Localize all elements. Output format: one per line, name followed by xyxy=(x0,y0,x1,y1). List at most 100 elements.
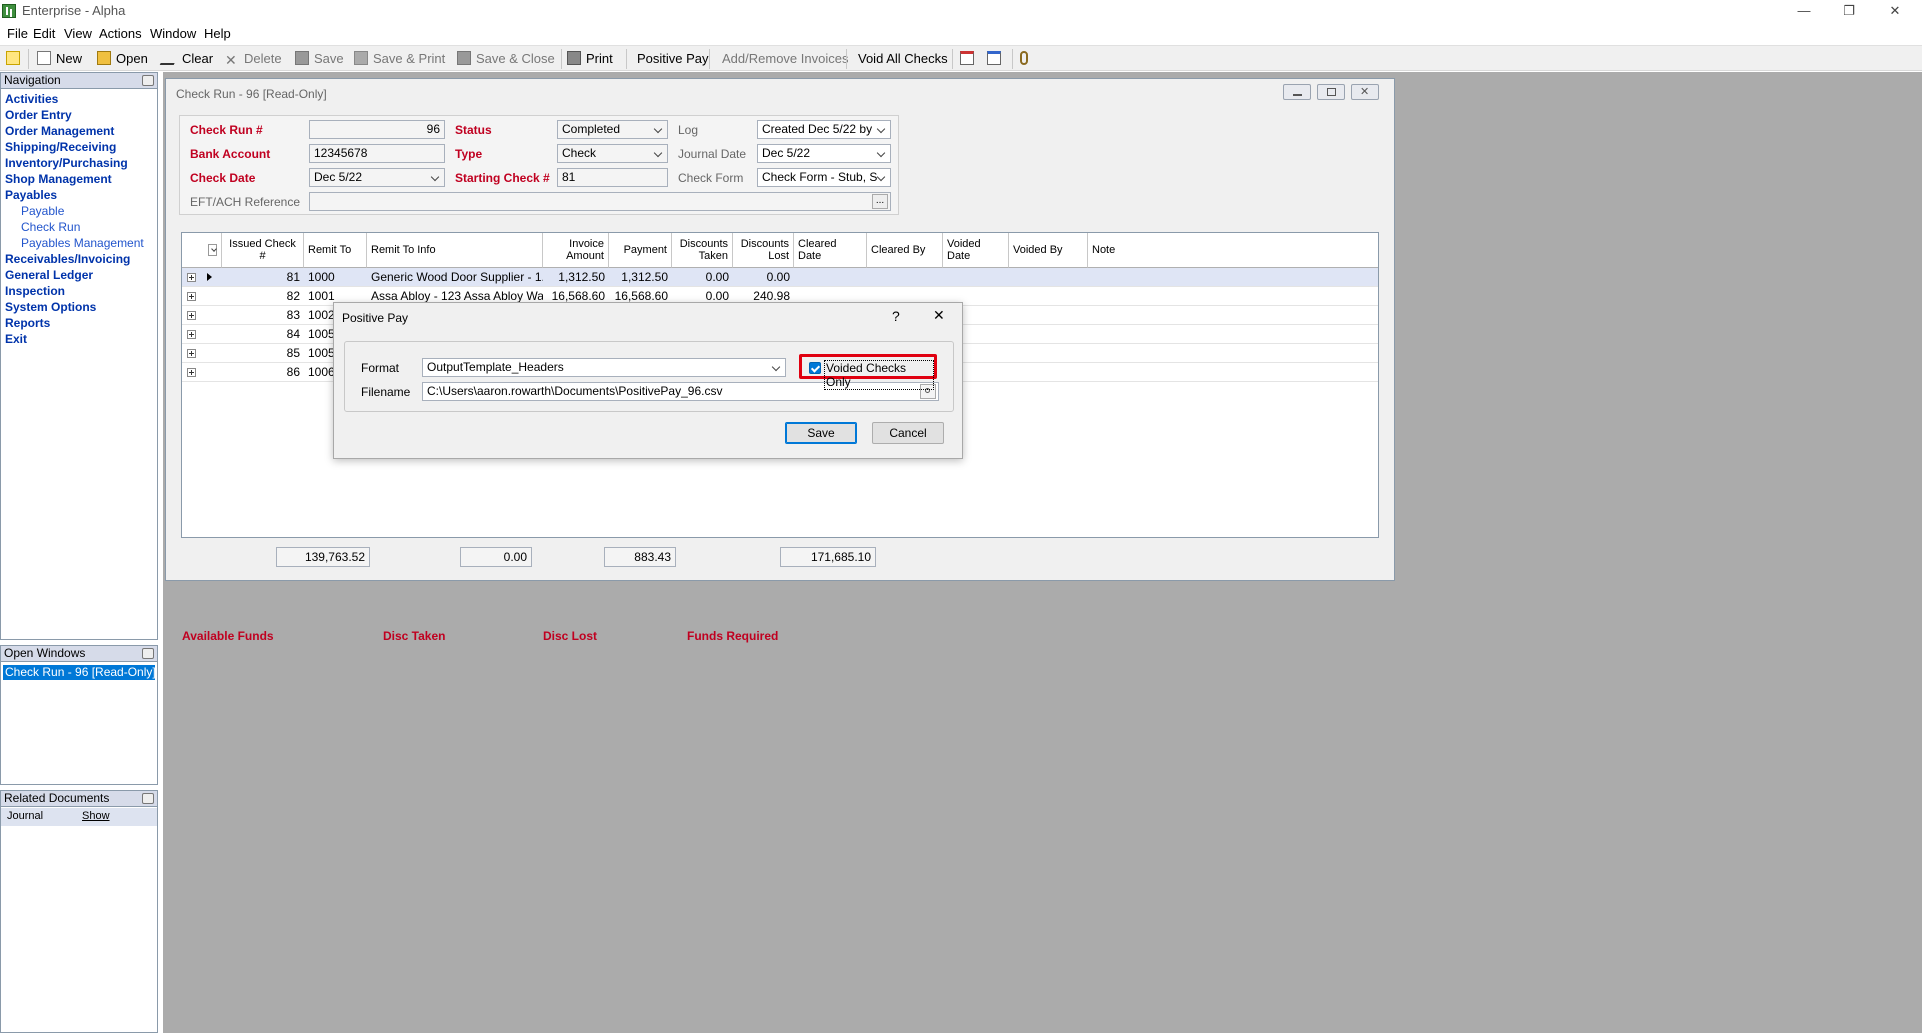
nav-exit[interactable]: Exit xyxy=(5,332,27,346)
open-button[interactable]: Open xyxy=(97,50,148,68)
nav-inspection[interactable]: Inspection xyxy=(5,284,65,298)
eft-ach-field[interactable]: ... xyxy=(309,192,891,211)
disc-lost-field[interactable]: 883.43 xyxy=(604,547,676,567)
chevron-down-icon[interactable] xyxy=(651,121,667,138)
help-icon[interactable]: ? xyxy=(892,308,900,324)
funds-required-field[interactable]: 171,685.10 xyxy=(780,547,876,567)
nav-shipping-receiving[interactable]: Shipping/Receiving xyxy=(5,140,116,154)
header-note[interactable]: Note xyxy=(1088,233,1378,268)
bank-account-field[interactable]: 12345678 xyxy=(309,144,445,163)
restore-icon[interactable]: ❐ xyxy=(1826,0,1872,22)
header-cleared-date[interactable]: Cleared Date xyxy=(794,233,867,268)
open-window-item[interactable]: Check Run - 96 [Read-Only] xyxy=(3,665,155,680)
starting-check-label: Starting Check # xyxy=(455,171,550,185)
pin-icon[interactable] xyxy=(142,793,154,804)
save-close-button[interactable]: Save & Close xyxy=(457,50,555,68)
expand-icon[interactable] xyxy=(187,368,196,377)
header-discounts-taken[interactable]: Discounts Taken xyxy=(672,233,733,268)
checkbox-checked-icon[interactable] xyxy=(809,362,821,374)
starting-check-field[interactable]: 81 xyxy=(557,168,668,187)
header-issued-check[interactable]: Issued Check # xyxy=(222,233,304,268)
header-remit-to[interactable]: Remit To xyxy=(304,233,367,268)
log-field[interactable]: Created Dec 5/22 by xyxy=(757,120,891,139)
check-date-field[interactable]: Dec 5/22 xyxy=(309,168,445,187)
status-field[interactable]: Completed xyxy=(557,120,668,139)
nav-general-ledger[interactable]: General Ledger xyxy=(5,268,93,282)
expand-icon[interactable] xyxy=(187,311,196,320)
clear-button[interactable]: Clear xyxy=(159,50,213,68)
nav-system-options[interactable]: System Options xyxy=(5,300,96,314)
attachment-icon[interactable] xyxy=(1020,50,1033,68)
menu-edit[interactable]: Edit xyxy=(33,26,55,41)
save-button[interactable]: Save xyxy=(295,50,344,68)
nav-payable[interactable]: Payable xyxy=(21,204,64,218)
chevron-down-icon[interactable] xyxy=(874,145,890,162)
close-icon[interactable]: ✕ xyxy=(933,307,945,324)
save-button[interactable]: Save xyxy=(785,422,857,444)
nav-check-run[interactable]: Check Run xyxy=(21,220,80,234)
header-payment[interactable]: Payment xyxy=(609,233,672,268)
pin-icon[interactable] xyxy=(142,75,154,86)
grid-select-all-header[interactable] xyxy=(204,233,222,268)
nav-order-entry[interactable]: Order Entry xyxy=(5,108,72,122)
add-remove-invoices-button[interactable]: Add/Remove Invoices xyxy=(722,50,848,68)
header-voided-date[interactable]: Voided Date xyxy=(943,233,1009,268)
header-cleared-by[interactable]: Cleared By xyxy=(867,233,943,268)
available-funds-field[interactable]: 139,763.52 xyxy=(276,547,370,567)
eft-browse-button[interactable]: ... xyxy=(872,194,888,209)
checklist-icon[interactable] xyxy=(987,50,1006,68)
chevron-down-icon[interactable] xyxy=(769,359,785,376)
nav-receivables-invoicing[interactable]: Receivables/Invoicing xyxy=(5,252,130,266)
check-form-field[interactable]: Check Form - Stub, S xyxy=(757,168,891,187)
chevron-down-icon[interactable] xyxy=(428,169,444,186)
positive-pay-button[interactable]: Positive Pay xyxy=(637,50,709,68)
close-icon[interactable]: ✕ xyxy=(1872,0,1918,22)
chevron-down-icon[interactable] xyxy=(874,121,890,138)
expand-icon[interactable] xyxy=(187,292,196,301)
delete-button[interactable]: ✕ Delete xyxy=(225,50,282,68)
menu-help[interactable]: Help xyxy=(204,26,231,41)
cell-disc-taken: 0.00 xyxy=(705,270,729,284)
menu-file[interactable]: File xyxy=(7,26,28,41)
minimize-icon[interactable]: — xyxy=(1781,0,1827,22)
nav-shop-management[interactable]: Shop Management xyxy=(5,172,112,186)
format-select[interactable]: OutputTemplate_Headers xyxy=(422,358,786,377)
child-close-icon[interactable]: ✕ xyxy=(1351,84,1379,100)
report-icon[interactable] xyxy=(960,50,979,68)
nav-order-management[interactable]: Order Management xyxy=(5,124,114,138)
bookmark-icon[interactable] xyxy=(6,50,25,68)
menu-window[interactable]: Window xyxy=(150,26,196,41)
cancel-button[interactable]: Cancel xyxy=(872,422,944,444)
disc-taken-field[interactable]: 0.00 xyxy=(460,547,532,567)
related-doc-show-link[interactable]: Show xyxy=(82,810,110,822)
expand-icon[interactable] xyxy=(187,349,196,358)
header-invoice-amount[interactable]: Invoice Amount xyxy=(543,233,609,268)
nav-payables[interactable]: Payables xyxy=(5,188,57,202)
type-field[interactable]: Check xyxy=(557,144,668,163)
header-voided-by[interactable]: Voided By xyxy=(1009,233,1088,268)
menu-actions[interactable]: Actions xyxy=(99,26,142,41)
table-row[interactable]: 81 1000 Generic Wood Door Supplier - 1..… xyxy=(182,268,1378,287)
child-minimize-icon[interactable] xyxy=(1283,84,1311,100)
nav-inventory-purchasing[interactable]: Inventory/Purchasing xyxy=(5,156,128,170)
journal-date-field[interactable]: Dec 5/22 xyxy=(757,144,891,163)
header-remit-to-info[interactable]: Remit To Info xyxy=(367,233,543,268)
chevron-down-icon[interactable] xyxy=(651,145,667,162)
nav-reports[interactable]: Reports xyxy=(5,316,50,330)
nav-activities[interactable]: Activities xyxy=(5,92,58,106)
voided-checks-only-checkbox[interactable]: Voided Checks Only xyxy=(799,354,937,390)
chevron-down-icon[interactable] xyxy=(874,169,890,186)
header-discounts-lost[interactable]: Discounts Lost xyxy=(733,233,794,268)
expand-icon[interactable] xyxy=(187,273,196,282)
print-button[interactable]: Print xyxy=(567,50,613,68)
void-all-checks-button[interactable]: Void All Checks xyxy=(858,50,948,68)
check-run-field[interactable]: 96 xyxy=(309,120,445,139)
child-restore-icon[interactable] xyxy=(1317,84,1345,100)
menu-view[interactable]: View xyxy=(64,26,92,41)
new-button[interactable]: New xyxy=(37,50,82,68)
navigation-header: Navigation xyxy=(1,73,157,89)
nav-payables-management[interactable]: Payables Management xyxy=(21,236,144,250)
save-print-button[interactable]: Save & Print xyxy=(354,50,445,68)
expand-icon[interactable] xyxy=(187,330,196,339)
pin-icon[interactable] xyxy=(142,648,154,659)
